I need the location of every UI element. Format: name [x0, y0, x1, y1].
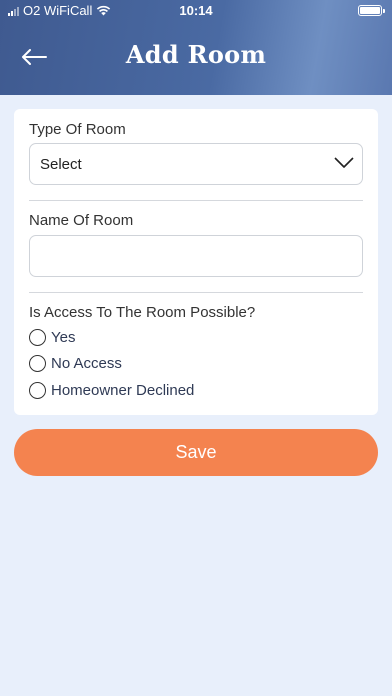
radio-circle-icon [29, 329, 46, 346]
type-of-room-select[interactable]: Select [29, 143, 363, 185]
battery-icon [358, 5, 385, 16]
divider [29, 292, 363, 293]
save-button[interactable]: Save [14, 429, 378, 476]
page-title: Add Room [125, 40, 267, 69]
access-option-label: Homeowner Declined [51, 382, 195, 399]
access-option-yes[interactable]: Yes [29, 329, 75, 346]
type-of-room-value: Select [40, 156, 82, 173]
divider [29, 200, 363, 201]
access-option-label: Yes [51, 329, 76, 346]
status-time: 10:14 [179, 3, 213, 18]
chevron-down-icon [334, 157, 354, 168]
radio-circle-icon [29, 355, 46, 372]
access-question-label: Is Access To The Room Possible? [29, 304, 256, 321]
type-of-room-label: Type Of Room [29, 121, 126, 138]
radio-circle-icon [29, 382, 46, 399]
status-bar: O2 WiFiCall 10:14 [0, 0, 392, 22]
name-of-room-label: Name Of Room [29, 212, 134, 229]
access-option-homeowner-declined[interactable]: Homeowner Declined [29, 382, 194, 399]
access-option-label: No Access [51, 355, 122, 372]
access-option-no-access[interactable]: No Access [29, 355, 122, 372]
room-form-card: Type Of Room Select Name Of Room Is Acce… [14, 109, 378, 415]
app-header: O2 WiFiCall 10:14 Add Room [0, 0, 392, 95]
name-of-room-input[interactable] [29, 235, 363, 277]
